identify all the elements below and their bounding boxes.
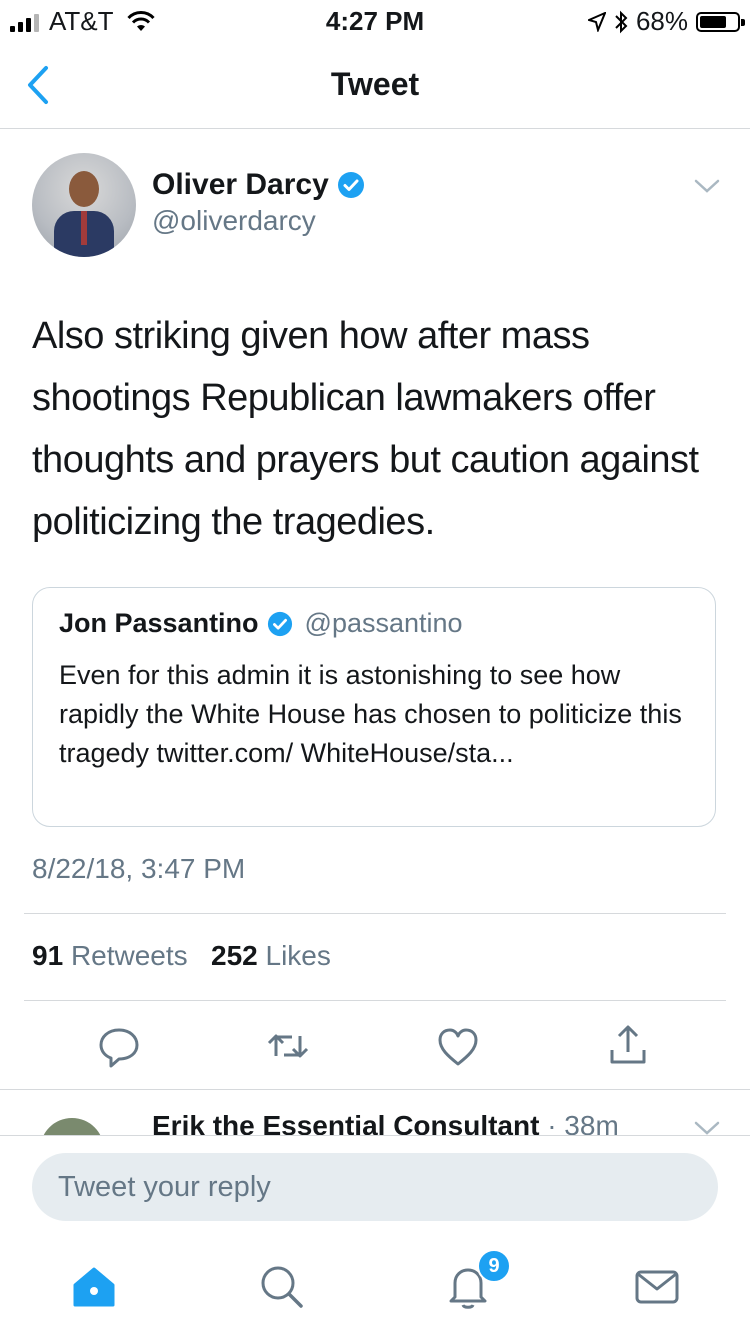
reply-time: · 38m xyxy=(547,1110,619,1136)
avatar[interactable] xyxy=(40,1118,104,1136)
notification-badge: 9 xyxy=(477,1249,511,1283)
retweets-count: 91 xyxy=(32,940,64,971)
reply-icon[interactable] xyxy=(93,1020,145,1072)
avatar[interactable] xyxy=(32,153,136,257)
reply-author: Erik the Essential Consultant · 38m xyxy=(152,1110,619,1136)
messages-icon[interactable] xyxy=(632,1261,682,1311)
divider xyxy=(24,1000,726,1001)
reply-preview[interactable]: Erik the Essential Consultant · 38m xyxy=(0,1089,750,1136)
author-name[interactable]: Oliver Darcy xyxy=(152,168,365,202)
tweet-text: Also striking given how after mass shoot… xyxy=(32,315,699,543)
quoted-tweet-header: Jon Passantino @passantino xyxy=(59,608,463,639)
author-name-label: Oliver Darcy xyxy=(152,168,329,201)
quoted-tweet-text: Even for this admin it is astonishing to… xyxy=(59,660,682,768)
reply-author-name: Erik the Essential Consultant xyxy=(152,1110,540,1136)
verified-badge-icon xyxy=(267,611,292,636)
retweets-label: Retweets xyxy=(70,940,188,971)
location-icon xyxy=(587,11,606,32)
search-icon[interactable] xyxy=(256,1261,306,1311)
chevron-down-icon[interactable] xyxy=(694,178,720,194)
retweet-icon[interactable] xyxy=(262,1020,314,1072)
status-bar: AT&T 4:27 PM 68% xyxy=(0,0,750,40)
share-icon[interactable] xyxy=(602,1020,654,1072)
retweets-stat[interactable]: 91 Retweets xyxy=(32,940,188,971)
quoted-author-handle: @passantino xyxy=(304,608,463,638)
bottom-bar: 9 xyxy=(0,1135,750,1335)
quoted-tweet[interactable]: Jon Passantino @passantino Even for this… xyxy=(32,587,716,827)
likes-stat[interactable]: 252 Likes xyxy=(211,940,331,971)
like-icon[interactable] xyxy=(432,1020,484,1072)
bluetooth-icon xyxy=(615,10,628,33)
chevron-down-icon[interactable] xyxy=(694,1120,720,1136)
battery-icon xyxy=(696,11,745,32)
verified-badge-icon xyxy=(337,172,364,198)
likes-label: Likes xyxy=(265,940,331,971)
nav-bar: Tweet xyxy=(0,40,750,129)
tweet-actions xyxy=(0,1020,750,1080)
likes-count: 252 xyxy=(211,940,258,971)
home-icon[interactable] xyxy=(69,1261,119,1311)
tweet-timestamp: 8/22/18, 3:47 PM xyxy=(32,853,246,884)
tweet-stats: 91 Retweets 252 Likes xyxy=(32,940,331,972)
status-right: 68% xyxy=(587,6,745,37)
reply-input[interactable] xyxy=(32,1153,718,1221)
battery-percent: 68% xyxy=(635,6,688,36)
page-title: Tweet xyxy=(330,66,420,102)
divider xyxy=(24,913,726,914)
quoted-author-name: Jon Passantino xyxy=(59,608,259,638)
author-handle[interactable]: @oliverdarcy xyxy=(152,205,316,237)
